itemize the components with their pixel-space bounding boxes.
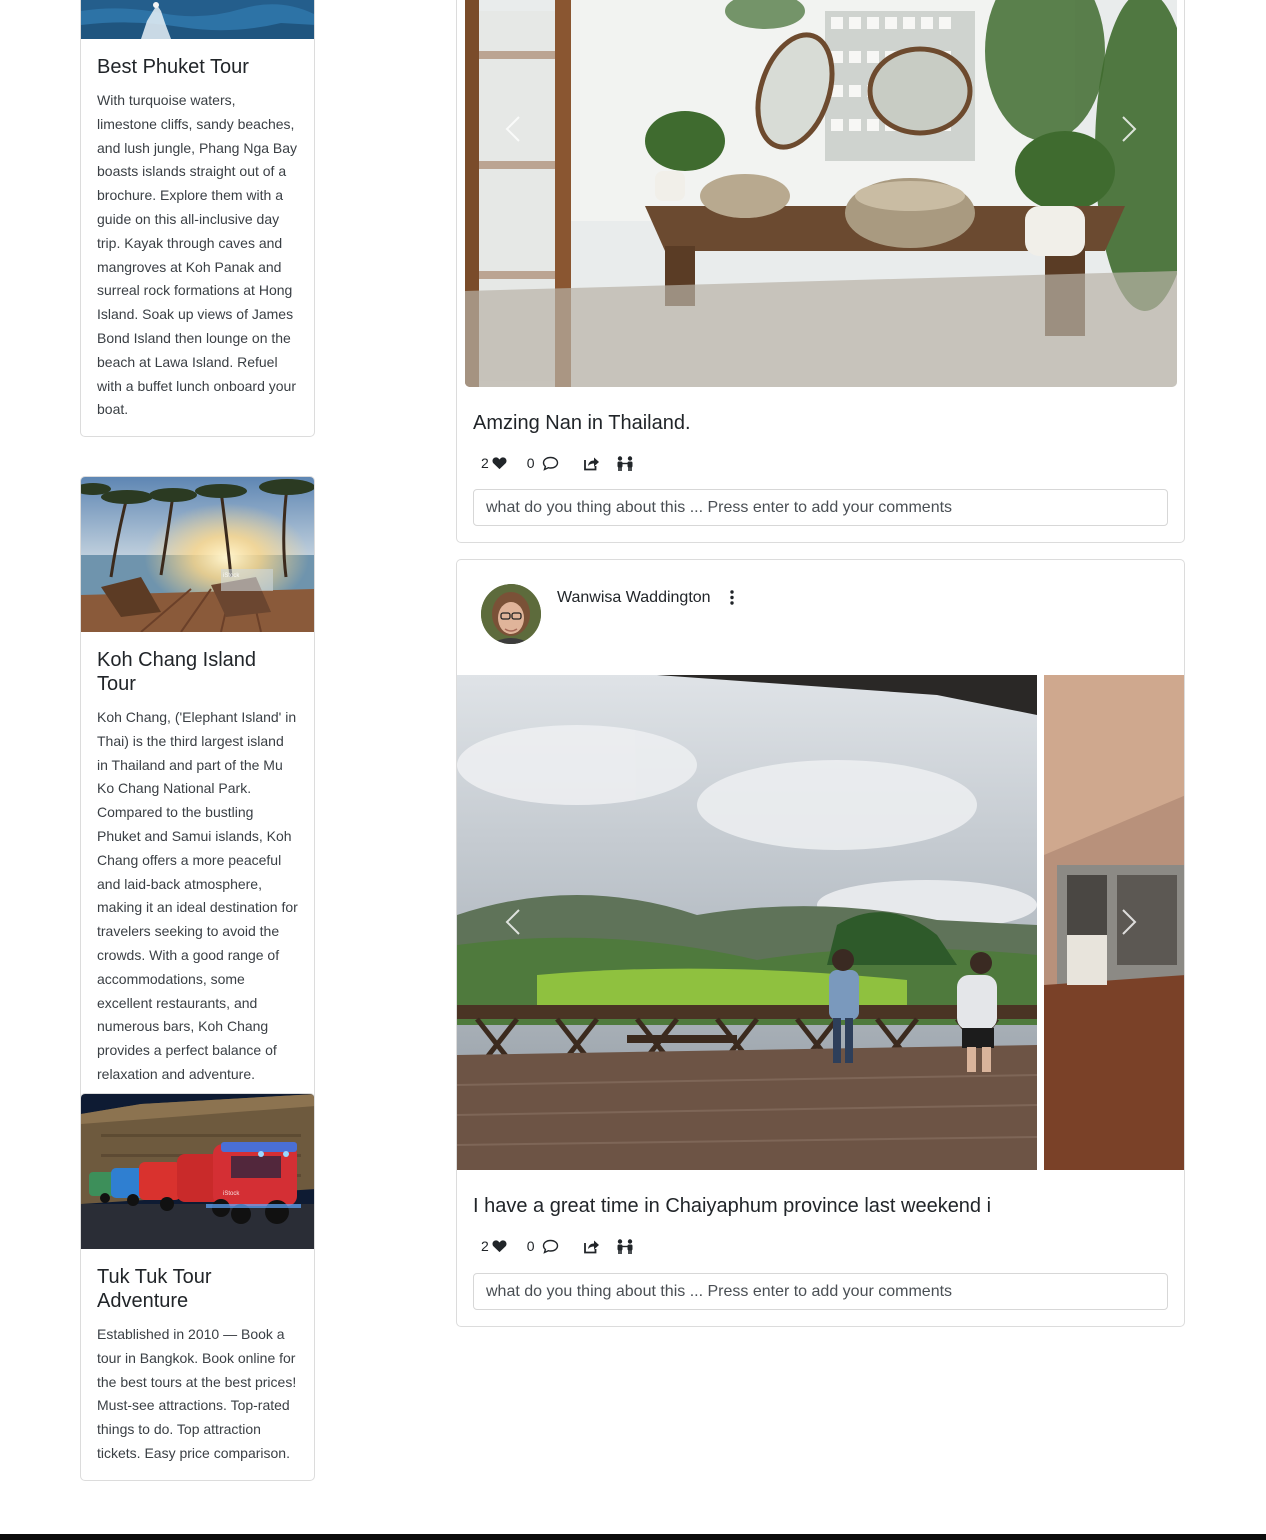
carousel-next-button[interactable] bbox=[1117, 908, 1139, 936]
tour-title: Best Phuket Tour bbox=[97, 56, 249, 78]
tuk-tuk-night-image bbox=[81, 1094, 314, 1249]
photo-carousel[interactable] bbox=[465, 0, 1177, 387]
tour-description: Established in 2010 — Book a tour in Ban… bbox=[97, 1326, 297, 1461]
post-card: Wanwisa Waddington I have a great time i… bbox=[456, 559, 1185, 1327]
tour-card-koh-chang[interactable]: iStock Koh Chang Island Tour Koh Chang, … bbox=[80, 476, 315, 1102]
post-actions: 2 0 bbox=[481, 452, 650, 474]
stock-watermark: iStock bbox=[223, 1191, 240, 1197]
comment-button[interactable]: 0 bbox=[527, 455, 559, 471]
tour-description: With turquoise waters, limestone cliffs,… bbox=[97, 92, 298, 418]
avatar[interactable] bbox=[481, 584, 541, 644]
stock-watermark: iStock bbox=[223, 573, 240, 579]
comment-bubble-icon bbox=[542, 456, 558, 471]
boat-wake-image bbox=[81, 0, 314, 39]
tour-image-phuket[interactable] bbox=[81, 0, 314, 39]
post-options-button[interactable] bbox=[725, 588, 739, 608]
comment-count: 0 bbox=[526, 1238, 535, 1254]
chevron-right-icon bbox=[1122, 909, 1137, 935]
heart-icon bbox=[492, 457, 507, 470]
kebab-menu-icon bbox=[730, 590, 734, 605]
heart-icon bbox=[492, 1240, 507, 1253]
chevron-left-icon bbox=[505, 116, 520, 142]
beach-sunset-image bbox=[81, 477, 314, 632]
comment-button[interactable]: 0 bbox=[527, 1238, 559, 1254]
mountain-view-photo bbox=[457, 675, 1184, 1170]
like-button[interactable]: 2 bbox=[481, 1238, 507, 1254]
tour-title: Koh Chang Island Tour bbox=[97, 649, 257, 695]
tour-title: Tuk Tuk Tour Adventure bbox=[97, 1266, 212, 1312]
author-name[interactable]: Wanwisa Waddington bbox=[557, 588, 711, 608]
like-count: 2 bbox=[481, 1238, 489, 1254]
chevron-right-icon bbox=[1122, 116, 1137, 142]
like-button[interactable]: 2 bbox=[481, 455, 507, 471]
tour-card-phuket[interactable]: Best Phuket Tour With turquoise waters, … bbox=[80, 0, 315, 438]
bathroom-sinks-photo bbox=[465, 0, 1177, 387]
carousel-next-button[interactable] bbox=[1117, 115, 1139, 143]
post-card: Amzing Nan in Thailand. 2 0 bbox=[456, 0, 1185, 543]
chevron-left-icon bbox=[505, 909, 520, 935]
tour-image-koh-chang[interactable]: iStock bbox=[81, 477, 314, 632]
comment-input[interactable] bbox=[473, 489, 1168, 526]
post-actions: 2 0 bbox=[481, 1235, 650, 1257]
share-button[interactable] bbox=[583, 1239, 600, 1254]
share-button[interactable] bbox=[583, 456, 600, 471]
comment-bubble-icon bbox=[542, 1239, 558, 1254]
group-button[interactable] bbox=[616, 455, 634, 471]
bottom-edge-bar bbox=[0, 1534, 1266, 1540]
post-title: I have a great time in Chaiyaphum provin… bbox=[473, 1195, 992, 1217]
like-count: 2 bbox=[481, 455, 489, 471]
people-icon bbox=[617, 455, 633, 471]
tour-card-tuk-tuk[interactable]: iStock Tuk Tuk Tour Adventure Establishe… bbox=[80, 1093, 315, 1481]
photo-carousel[interactable] bbox=[457, 675, 1184, 1170]
share-icon bbox=[583, 457, 599, 470]
post-title: Amzing Nan in Thailand. bbox=[473, 412, 691, 434]
tour-description: Koh Chang, ('Elephant Island' in Thai) i… bbox=[97, 709, 298, 1082]
author-avatar-image bbox=[481, 584, 541, 644]
tour-image-tuk-tuk[interactable]: iStock bbox=[81, 1094, 314, 1249]
people-icon bbox=[617, 1238, 633, 1254]
comment-count: 0 bbox=[526, 455, 535, 471]
carousel-prev-button[interactable] bbox=[503, 908, 525, 936]
share-icon bbox=[583, 1240, 599, 1253]
group-button[interactable] bbox=[616, 1238, 634, 1254]
carousel-prev-button[interactable] bbox=[503, 115, 525, 143]
comment-input[interactable] bbox=[473, 1273, 1168, 1310]
